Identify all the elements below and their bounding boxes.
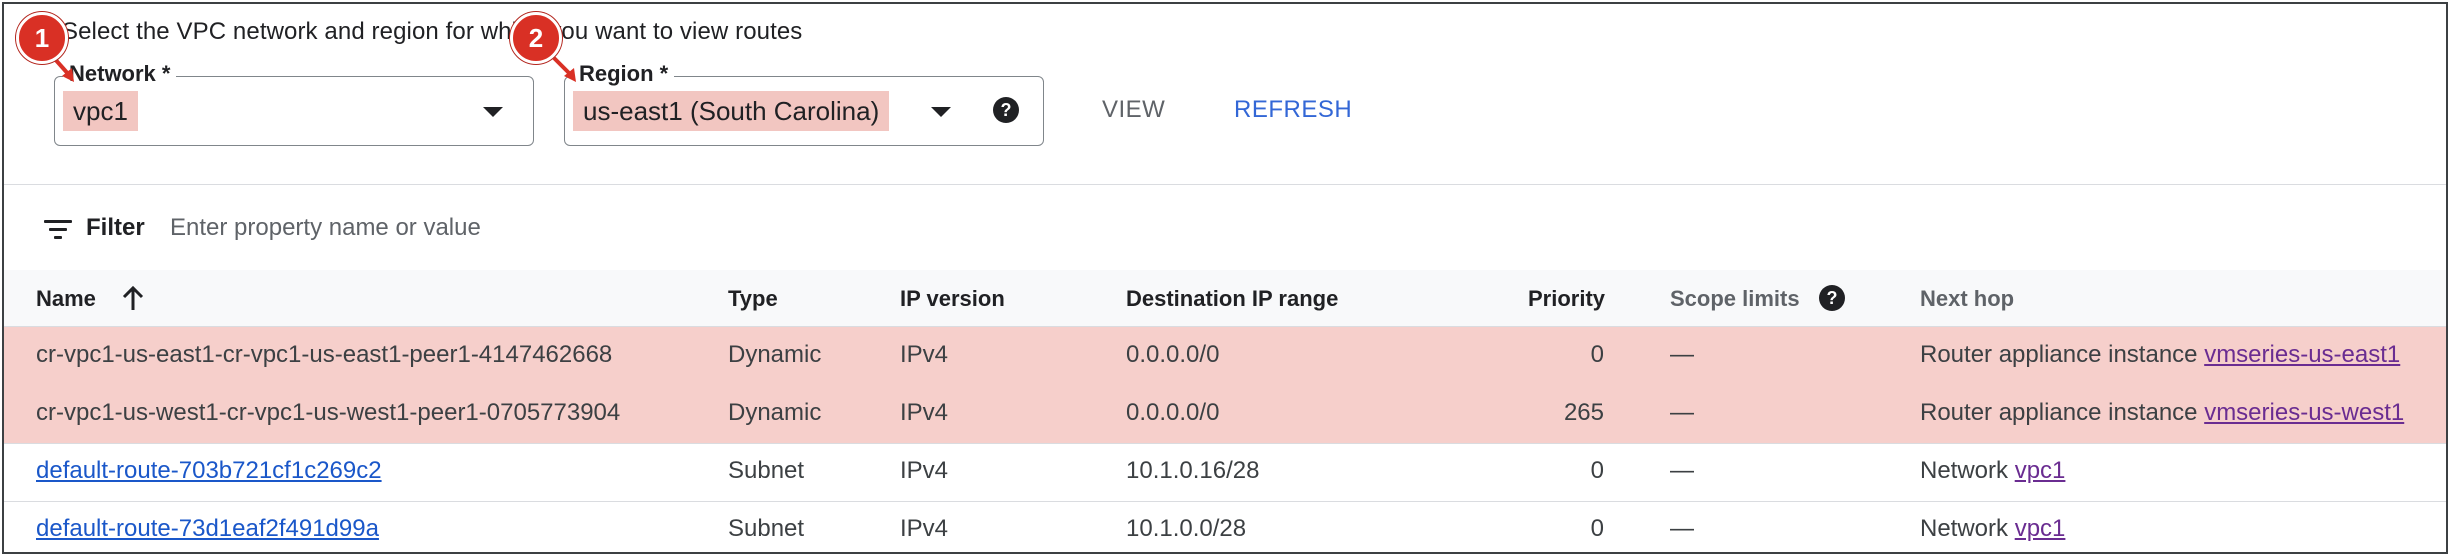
filter-input[interactable] <box>170 212 870 244</box>
sort-ascending-arrow-icon[interactable] <box>120 284 146 312</box>
callout-badge-2: 2 <box>510 12 562 64</box>
next-hop-text: Network <box>1920 457 2009 484</box>
route-destination-range: 0.0.0.0/0 <box>1126 341 1220 368</box>
column-header-destination-ip-range[interactable]: Destination IP range <box>1126 286 1338 312</box>
scope-limits-help-icon[interactable]: ? <box>1819 285 1845 311</box>
route-priority: 0 <box>1590 515 1604 542</box>
table-row: cr-vpc1-us-west1-cr-vpc1-us-west1-peer1-… <box>4 385 2446 444</box>
route-scope-limits: — <box>1670 341 1694 368</box>
next-hop-link[interactable]: vpc1 <box>2015 457 2066 484</box>
routes-panel: Select the VPC network and region for wh… <box>2 2 2448 554</box>
column-header-name-label: Name <box>36 286 96 311</box>
next-hop-text: Network <box>1920 515 2009 542</box>
next-hop-link[interactable]: vpc1 <box>2015 515 2066 542</box>
column-header-name[interactable]: Name <box>36 285 144 312</box>
route-ip-version: IPv4 <box>900 341 949 368</box>
next-hop-link[interactable]: vmseries-us-east1 <box>2204 341 2400 368</box>
callout-arrows <box>52 56 576 82</box>
column-header-ip-version[interactable]: IP version <box>900 286 1005 312</box>
route-type: Dynamic <box>728 399 822 426</box>
route-next-hop: Router appliance instance vmseries-us-ea… <box>1920 341 2400 369</box>
next-hop-text: Router appliance instance <box>1920 341 2198 368</box>
route-next-hop: Network vpc1 <box>1920 457 2065 485</box>
route-ip-version: IPv4 <box>900 515 949 542</box>
route-priority: 0 <box>1590 341 1604 368</box>
callout-badge-1: 1 <box>16 12 68 64</box>
column-header-type[interactable]: Type <box>728 286 778 312</box>
route-ip-version: IPv4 <box>900 457 949 484</box>
route-type: Subnet <box>728 457 805 484</box>
next-hop-text: Router appliance instance <box>1920 399 2198 426</box>
route-scope-limits: — <box>1670 399 1694 426</box>
route-next-hop: Router appliance instance vmseries-us-we… <box>1920 399 2404 427</box>
column-header-next-hop[interactable]: Next hop <box>1920 286 2014 312</box>
next-hop-link[interactable]: vmseries-us-west1 <box>2204 399 2404 426</box>
route-scope-limits: — <box>1670 515 1694 542</box>
table-row: default-route-73d1eaf2f491d99a Subnet IP… <box>4 501 2446 552</box>
route-priority: 265 <box>1563 399 1604 426</box>
route-scope-limits: — <box>1670 457 1694 484</box>
route-ip-version: IPv4 <box>900 399 949 426</box>
table-header: Name Type IP version Destination IP rang… <box>4 270 2446 327</box>
filter-icon[interactable] <box>44 220 72 240</box>
table-row: default-route-703b721cf1c269c2 Subnet IP… <box>4 443 2446 502</box>
route-destination-range: 10.1.0.16/28 <box>1126 457 1260 484</box>
route-destination-range: 0.0.0.0/0 <box>1126 399 1220 426</box>
route-priority: 0 <box>1590 457 1604 484</box>
route-name-link[interactable]: default-route-73d1eaf2f491d99a <box>36 515 379 543</box>
column-header-priority[interactable]: Priority <box>1528 286 1605 312</box>
route-type: Dynamic <box>728 341 822 368</box>
route-name: cr-vpc1-us-east1-cr-vpc1-us-east1-peer1-… <box>36 341 613 368</box>
route-type: Subnet <box>728 515 805 542</box>
route-next-hop: Network vpc1 <box>1920 515 2065 543</box>
column-header-scope-limits[interactable]: Scope limits <box>1670 286 1800 312</box>
filter-label[interactable]: Filter <box>86 214 145 242</box>
table-row: cr-vpc1-us-east1-cr-vpc1-us-east1-peer1-… <box>4 327 2446 386</box>
route-destination-range: 10.1.0.0/28 <box>1126 515 1247 542</box>
route-name: cr-vpc1-us-west1-cr-vpc1-us-west1-peer1-… <box>36 399 621 426</box>
route-name-link[interactable]: default-route-703b721cf1c269c2 <box>36 457 382 485</box>
